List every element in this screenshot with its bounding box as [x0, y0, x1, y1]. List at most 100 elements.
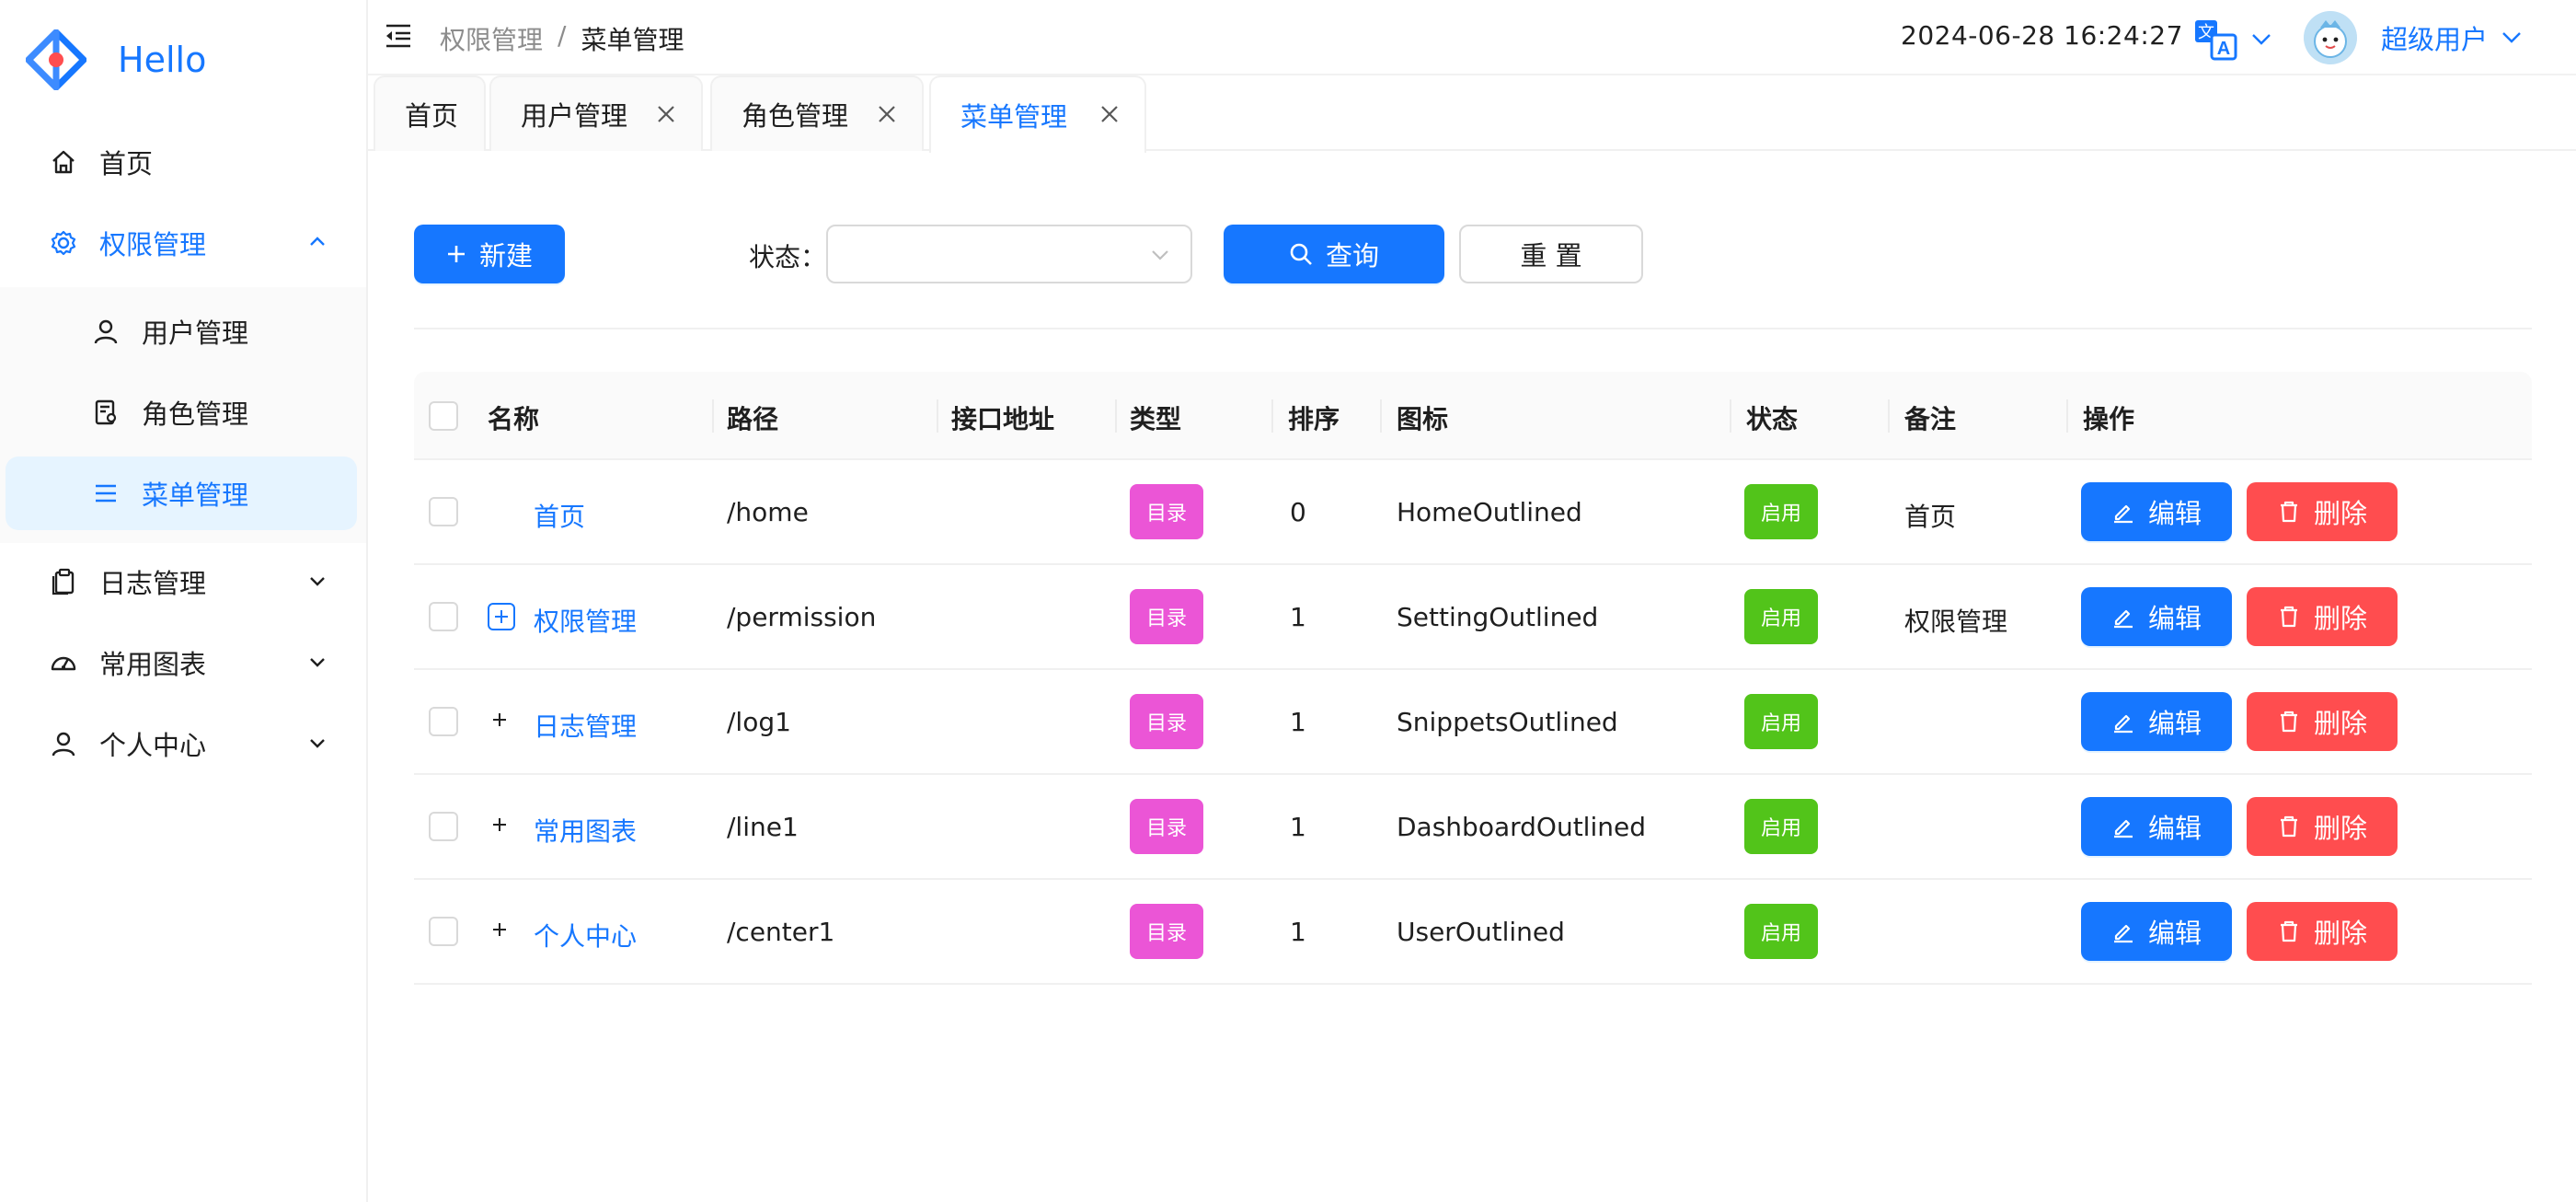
table-row: 权限管理 /permission 目录 1 SettingOutlined 启用… [414, 565, 2532, 670]
edit-button[interactable]: 编辑 [2081, 692, 2232, 751]
select-all-checkbox[interactable] [429, 401, 458, 431]
row-checkbox[interactable] [429, 497, 458, 526]
edit-icon [2113, 609, 2133, 629]
expand-icon[interactable] [488, 813, 515, 840]
status-tag: 启用 [1744, 904, 1818, 959]
row-icon-name: UserOutlined [1397, 917, 1565, 947]
sidebar-item-log[interactable]: 日志管理 [6, 545, 357, 618]
edit-icon [2113, 819, 2133, 838]
expand-icon[interactable] [488, 918, 515, 945]
sidebar-item-label: 权限管理 [99, 229, 207, 260]
row-path: /permission [727, 602, 877, 632]
status-tag: 启用 [1744, 484, 1818, 539]
dashboard-icon [48, 647, 79, 678]
sidebar-item-menu-management[interactable]: 菜单管理 [6, 457, 357, 530]
status-select[interactable] [826, 225, 1192, 283]
row-name[interactable]: 常用图表 [534, 812, 637, 849]
edit-icon [2113, 504, 2133, 524]
tab-bar: 首页 用户管理 角色管理 菜单管理 [368, 75, 2576, 153]
table-row: 个人中心 /center1 目录 1 UserOutlined 启用 编辑 删除 [414, 880, 2532, 985]
edit-button[interactable]: 编辑 [2081, 587, 2232, 646]
delete-button-label: 删除 [2313, 813, 2367, 844]
type-tag: 目录 [1130, 694, 1203, 749]
expand-icon[interactable] [488, 708, 515, 735]
tab-user-management[interactable]: 用户管理 [489, 75, 703, 151]
row-name[interactable]: 权限管理 [534, 602, 637, 639]
delete-button[interactable]: 删除 [2247, 692, 2398, 751]
row-order: 1 [1290, 812, 1306, 842]
type-tag: 目录 [1130, 589, 1203, 644]
translate-icon[interactable]: 文 A [2193, 17, 2237, 61]
row-name[interactable]: 日志管理 [534, 707, 637, 744]
sidebar-item-user-management[interactable]: 用户管理 [6, 295, 357, 368]
edit-button[interactable]: 编辑 [2081, 902, 2232, 961]
logo-icon [26, 29, 86, 90]
column-divider [1271, 399, 1273, 433]
close-icon[interactable] [876, 103, 898, 125]
row-remark: 权限管理 [1904, 607, 2008, 637]
chevron-up-icon [310, 237, 325, 246]
sidebar-item-role-management[interactable]: 角色管理 [6, 376, 357, 449]
row-checkbox[interactable] [429, 917, 458, 946]
tab-home[interactable]: 首页 [374, 75, 486, 151]
row-order: 1 [1290, 602, 1306, 632]
sidebar-item-permission[interactable]: 权限管理 [6, 206, 357, 280]
column-header-actions: 操作 [2083, 404, 2135, 434]
edit-button-label: 编辑 [2147, 813, 2202, 844]
sidebar-item-label: 首页 [99, 148, 154, 179]
column-header-name: 名称 [488, 404, 540, 434]
menu-fold-icon[interactable] [383, 22, 414, 50]
delete-button[interactable]: 删除 [2247, 482, 2398, 541]
edit-button-label: 编辑 [2147, 603, 2202, 634]
home-icon [48, 146, 79, 178]
delete-icon [2280, 501, 2297, 523]
delete-icon [2280, 920, 2297, 942]
delete-button[interactable]: 删除 [2247, 797, 2398, 856]
search-icon [1290, 243, 1312, 265]
row-name[interactable]: 首页 [534, 497, 585, 534]
tab-label: 用户管理 [521, 100, 628, 132]
chevron-down-icon[interactable] [2501, 26, 2523, 48]
column-header-icon: 图标 [1397, 404, 1449, 434]
user-name[interactable]: 超级用户 [2381, 18, 2488, 57]
avatar[interactable] [2304, 11, 2357, 64]
edit-button-label: 编辑 [2147, 708, 2202, 739]
sidebar-item-label: 角色管理 [142, 399, 249, 430]
sidebar-item-charts[interactable]: 常用图表 [6, 626, 357, 699]
query-button[interactable]: 查询 [1224, 225, 1444, 283]
sidebar-item-home[interactable]: 首页 [6, 125, 357, 199]
column-divider [1730, 399, 1731, 433]
edit-button[interactable]: 编辑 [2081, 482, 2232, 541]
type-tag: 目录 [1130, 484, 1203, 539]
datetime: 2024-06-28 16:24:27 [1901, 20, 2183, 51]
delete-button-label: 删除 [2313, 708, 2367, 739]
row-checkbox[interactable] [429, 812, 458, 841]
expand-icon[interactable] [488, 603, 515, 630]
row-remark: 首页 [1904, 502, 1957, 532]
tab-role-management[interactable]: 角色管理 [710, 75, 924, 151]
close-icon[interactable] [655, 103, 677, 125]
setting-icon [48, 227, 79, 259]
chevron-down-icon[interactable] [2250, 28, 2272, 50]
row-name[interactable]: 个人中心 [534, 917, 637, 954]
breadcrumb-parent[interactable]: 权限管理 [440, 20, 543, 57]
edit-button[interactable]: 编辑 [2081, 797, 2232, 856]
chevron-down-icon [310, 739, 325, 748]
sidebar: Hello 首页 权限管理 用户管理 角色管理 菜单管理 日志管理 常用图表 个… [0, 0, 368, 1202]
close-icon[interactable] [1098, 103, 1121, 125]
reset-button[interactable]: 重 置 [1459, 225, 1643, 283]
row-checkbox[interactable] [429, 602, 458, 631]
row-checkbox[interactable] [429, 707, 458, 736]
column-divider [1380, 399, 1382, 433]
delete-button[interactable]: 删除 [2247, 587, 2398, 646]
reset-button-label: 重 置 [1520, 240, 1582, 272]
row-path: /center1 [727, 917, 835, 947]
sidebar-item-personal-center[interactable]: 个人中心 [6, 707, 357, 780]
edit-button-label: 编辑 [2147, 918, 2202, 949]
delete-button[interactable]: 删除 [2247, 902, 2398, 961]
type-tag: 目录 [1130, 904, 1203, 959]
new-button[interactable]: 新建 [414, 225, 565, 283]
tab-menu-management[interactable]: 菜单管理 [929, 75, 1146, 153]
snippets-icon [48, 566, 79, 597]
logo[interactable]: Hello [26, 28, 206, 92]
